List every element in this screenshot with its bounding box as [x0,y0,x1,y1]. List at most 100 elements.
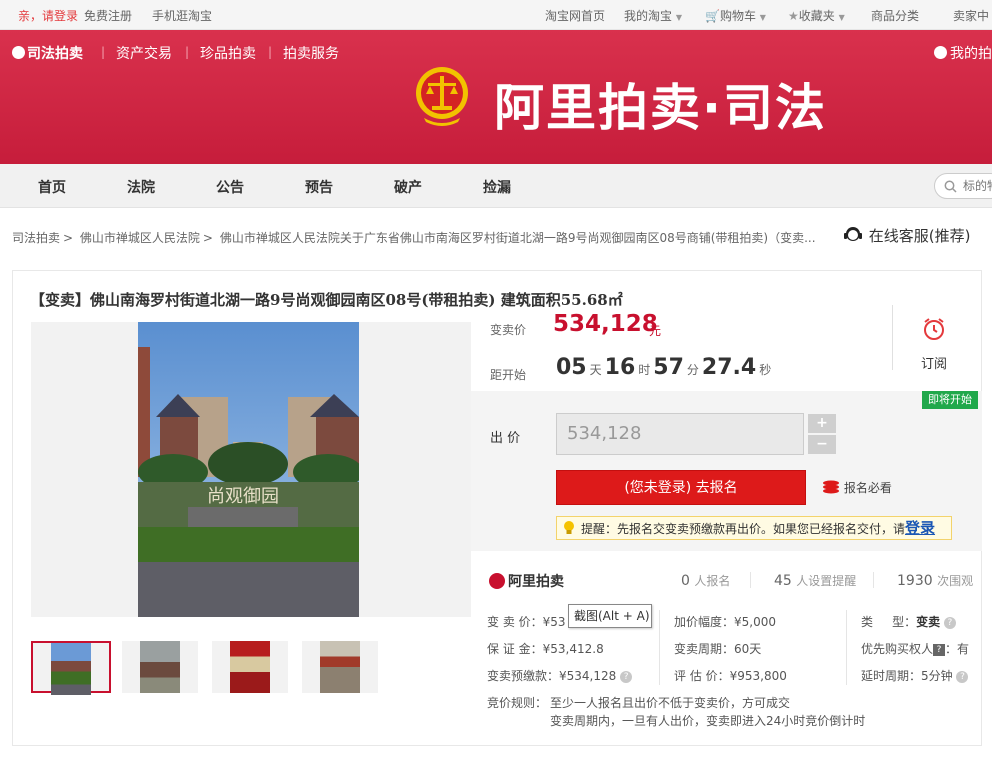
taobao-home-link[interactable]: 淘宝网首页 [545,7,605,24]
bid-rule-line-1: 至少一人报名且出价不低于变卖价，方可成交 [550,696,791,710]
tab-bargains[interactable]: 捡漏 [483,177,511,197]
item-title: 【变卖】佛山南海罗村街道北湖一路9号尚观御园南区08号(带租拍卖) 建筑面积55… [30,291,623,309]
my-auction-link[interactable]: 我的拍 [934,43,992,63]
deposit-info: 保 证 金：¥53,412.8 [487,642,604,656]
chevron-down-icon: ▼ [838,13,845,22]
breadcrumb-separator: > [63,231,74,245]
judicial-auction-brand[interactable]: 司法拍卖 [12,43,83,63]
tab-notices[interactable]: 公告 [216,177,244,197]
coins-icon [823,480,839,494]
building-name-sign: 尚观御园 [207,486,279,507]
start-price-info: 变 卖 价：¥53 [487,615,566,629]
bid-amount-input[interactable]: 534,128 [556,413,804,455]
user-icon [934,46,947,59]
main-photo[interactable]: 尚观御园 [138,322,359,617]
breadcrumb-separator: > [202,231,213,245]
header-banner: 司法拍卖 | 资产交易 | 珍品拍卖 | 拍卖服务 我的拍 阿里拍卖·司法 [0,30,992,164]
breadcrumb-item[interactable]: 佛山市禅城区人民法院关于广东省佛山市南海区罗村街道北湖一路9号尚观御园南区08号… [220,231,816,245]
hours-unit: 时 [638,363,651,377]
divider: | [268,45,273,59]
countdown-hours: 16 [604,355,636,380]
cart-link[interactable]: 🛒购物车 ▼ [705,7,766,24]
favorites-link[interactable]: ★收藏夹 ▼ [788,7,845,24]
signup-button[interactable]: (您未登录) 去报名 [556,470,806,505]
breadcrumb-item[interactable]: 司法拍卖 [12,231,60,245]
court-emblem-icon [416,67,468,126]
chevron-down-icon: ▼ [675,13,682,22]
cart-icon: 🛒 [705,9,720,23]
priority-info: 优先购买权人? ：有 [861,642,970,656]
divider: | [185,45,190,59]
seconds-unit: 秒 [759,363,772,377]
divider [873,572,874,588]
appraisal-info: 评 估 价：¥953,800 [674,669,787,683]
search-input[interactable] [963,179,992,193]
search-box[interactable] [934,173,992,199]
thumbnail-1[interactable] [31,641,111,695]
auction-logo-icon [12,46,25,59]
ali-auction-logo: 阿里拍卖 [489,571,564,591]
site-brand-title: 阿里拍卖·司法 [494,79,827,137]
thumbnail-image [320,641,360,693]
mobile-taobao-link[interactable]: 手机逛淘宝 [152,7,212,24]
star-icon: ★ [788,9,799,23]
screenshot-tooltip: 截图(Alt + A) [568,604,652,628]
subscribe-label: 订阅 [921,357,948,372]
bid-label: 出 价 [490,431,521,446]
tab-bankruptcy[interactable]: 破产 [394,177,422,197]
bid-rule-line-2: 变卖周期内，一旦有人出价，变卖即进入24小时竞价倒计时 [550,714,866,728]
building-photo: 尚观御园 [138,322,359,617]
help-icon[interactable]: ? [943,616,956,629]
countdown-days: 05 [556,355,587,380]
divider [659,610,660,685]
help-icon[interactable]: ? [620,670,633,683]
decrease-bid-button[interactable]: − [808,435,836,454]
delay-info: 延时周期：5分钟 ? [861,667,969,684]
main-nav: 首页 法院 公告 预告 破产 捡漏 [0,164,992,208]
reminder-count: 45 人设置提醒 [774,573,857,589]
search-icon [944,180,957,193]
nav-asset-trading[interactable]: 资产交易 [116,43,172,63]
nav-auction-service[interactable]: 拍卖服务 [283,43,339,63]
divider [750,572,751,588]
priority-badge[interactable]: ? [933,643,946,656]
tab-previews[interactable]: 预告 [305,177,333,197]
days-unit: 天 [589,363,602,377]
thumbnail-image [140,641,180,693]
notice-login-link[interactable]: 登录 [905,519,935,537]
my-taobao-link[interactable]: 我的淘宝 ▼ [624,7,682,24]
must-read-link[interactable]: 报名必看 [822,479,892,496]
ali-auction-icon [489,573,505,589]
categories-link[interactable]: 商品分类 [871,7,919,24]
thumbnail-4[interactable] [302,641,378,693]
minutes-unit: 分 [686,363,699,377]
view-count: 1930 次围观 [897,573,974,589]
prepay-info: 变卖预缴款：¥534,128 ? [487,667,633,684]
nav-treasure-auction[interactable]: 珍品拍卖 [200,43,256,63]
tab-courts[interactable]: 法院 [127,177,155,197]
breadcrumb-item[interactable]: 佛山市禅城区人民法院 [80,231,200,245]
tab-home[interactable]: 首页 [38,177,66,197]
increase-bid-button[interactable]: + [808,414,836,433]
alarm-clock-icon [924,318,944,340]
countdown-seconds: 27.4 [701,355,757,380]
thumbnail-2[interactable] [122,641,198,693]
divider: | [101,45,106,59]
chevron-down-icon: ▼ [759,13,766,22]
current-price: 534,128 [553,311,658,337]
bid-rules-label: 竞价规则： [487,696,548,710]
increment-info: 加价幅度：¥5,000 [674,615,776,629]
price-unit: 元 [649,324,662,338]
price-label: 变卖价 [490,323,527,337]
register-link[interactable]: 免费注册 [84,7,132,24]
reminder-notice: 提醒：先报名交变卖预缴款再出价。如果您已经报名交付，请登录 [556,516,952,540]
login-link[interactable]: 亲，请登录 [18,7,78,24]
top-bar: 亲，请登录 免费注册 手机逛淘宝 淘宝网首页 我的淘宝 ▼ 🛒购物车 ▼ ★收藏… [0,0,992,30]
seller-center-link[interactable]: 卖家中 [953,7,989,24]
online-service-link[interactable]: 在线客服(推荐) [842,224,971,246]
status-badge: 即将开始 [922,391,978,409]
lightbulb-icon [564,521,574,534]
subscribe-button[interactable]: 订阅 [892,305,972,372]
help-icon[interactable]: ? [956,670,969,683]
thumbnail-3[interactable] [212,641,288,693]
